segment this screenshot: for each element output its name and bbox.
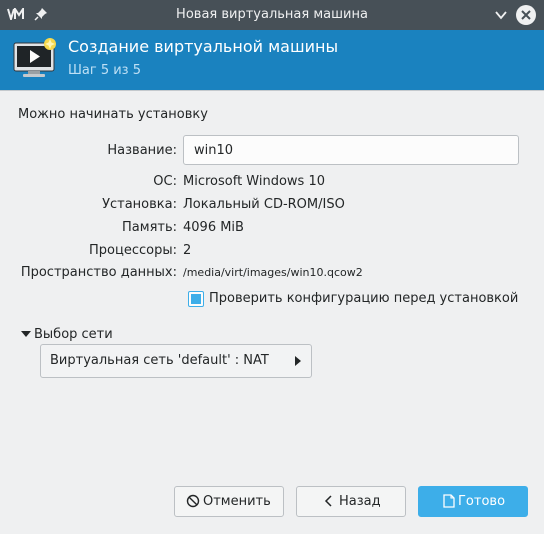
vm-name-input[interactable] (183, 135, 519, 165)
network-select[interactable]: Виртуальная сеть 'default' : NAT (40, 344, 312, 378)
menu-arrow-icon (295, 356, 301, 366)
storage-label: Пространство данных: (20, 265, 177, 280)
name-label: Название: (107, 143, 177, 158)
monitor-play-icon (13, 37, 59, 83)
wizard-title: Создание виртуальной машины (68, 37, 339, 56)
os-value: Microsoft Windows 10 (183, 174, 325, 189)
window-titlebar: Новая виртуальная машина (0, 0, 544, 30)
os-label: ОС: (153, 174, 177, 189)
wizard-header: Создание виртуальной машины Шаг 5 из 5 (0, 30, 544, 90)
minimize-icon[interactable] (494, 8, 508, 26)
close-icon[interactable] (516, 5, 536, 25)
document-save-icon (443, 494, 455, 512)
back-button-label: Назад (339, 494, 381, 509)
wizard-step: Шаг 5 из 5 (68, 63, 141, 78)
finish-button-label: Готово (458, 494, 506, 509)
finish-button[interactable]: Готово (418, 486, 528, 517)
chevron-left-icon (324, 494, 334, 512)
memory-value: 4096 MiB (183, 220, 244, 235)
customize-checkbox[interactable] (188, 291, 204, 307)
customize-checkbox-label[interactable]: Проверить конфигурацию перед установкой (209, 291, 518, 306)
ready-message: Можно начинать установку (18, 107, 208, 122)
cancel-button-label: Отменить (203, 494, 271, 509)
network-expander-label[interactable]: Выбор сети (34, 327, 113, 342)
back-button[interactable]: Назад (296, 486, 406, 517)
network-select-value: Виртуальная сеть 'default' : NAT (50, 353, 269, 368)
cancel-button[interactable]: Отменить (174, 486, 284, 517)
cpu-value: 2 (183, 243, 192, 258)
storage-path: /media/virt/images/win10.qcow2 (183, 266, 363, 279)
install-label: Установка: (102, 197, 177, 212)
memory-label: Память: (122, 220, 177, 235)
expander-down-icon[interactable] (21, 331, 31, 337)
cpu-label: Процессоры: (89, 243, 177, 258)
install-value: Локальный CD-ROM/ISO (183, 197, 345, 212)
cancel-circle-icon (186, 494, 200, 512)
header-divider (0, 90, 544, 91)
window-title: Новая виртуальная машина (176, 7, 368, 22)
